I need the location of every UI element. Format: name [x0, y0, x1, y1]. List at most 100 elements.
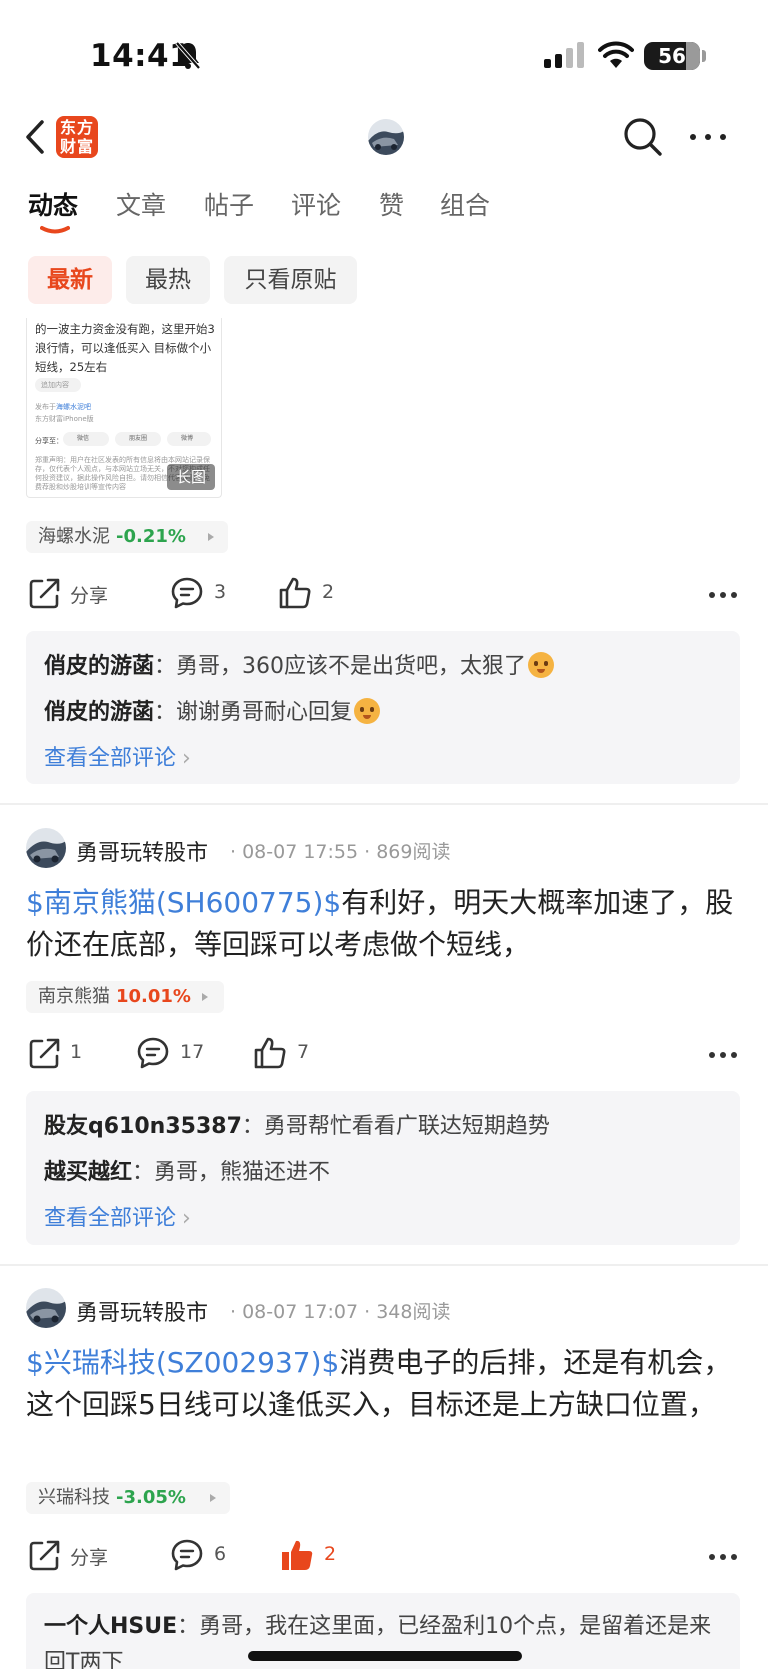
more-dots-icon[interactable] — [708, 591, 738, 599]
comment-count: 17 — [180, 1041, 205, 1063]
thumbs-up-icon — [279, 577, 311, 609]
stock-change: -0.21% — [116, 526, 186, 547]
comment-icon — [171, 577, 203, 609]
avatar[interactable] — [26, 828, 66, 868]
stock-change: -3.05% — [116, 1487, 186, 1508]
comment-text: 勇哥，360应该不是出货吧，太狠了 — [176, 654, 527, 679]
comment-item: 越买越红：勇哥，熊猫还进不 — [44, 1154, 330, 1186]
bell-slash-icon — [175, 41, 201, 70]
battery-level: 56 — [658, 44, 686, 68]
avatar[interactable] — [26, 1288, 66, 1328]
stock-name: 海螺水泥 — [38, 526, 110, 547]
chip-arrow-icon — [202, 993, 208, 1001]
view-all-comments-link[interactable]: 查看全部评论 › — [44, 740, 191, 772]
long-image-badge: 长图 — [167, 464, 215, 490]
avatar-image — [26, 828, 66, 868]
comment-button[interactable]: 3 — [170, 576, 250, 612]
commenter-name[interactable]: 俏皮的游菡 — [44, 700, 154, 725]
post-author-name[interactable]: 勇哥玩转股市 — [76, 835, 208, 867]
filter-hot[interactable]: 最热 — [126, 256, 210, 304]
hand-over-mouth-emoji-icon — [354, 698, 381, 724]
cellular-signal-icon — [544, 42, 584, 68]
preview-posted-in-prefix: 发布于 — [35, 403, 56, 411]
like-button-active[interactable]: 2 — [280, 1538, 360, 1574]
stock-link[interactable]: $南京熊猫(SH600775)$ — [26, 886, 341, 919]
commenter-name[interactable]: 越买越红 — [44, 1160, 132, 1185]
comment-button[interactable]: 17 — [136, 1036, 216, 1072]
comment-preview-box[interactable]: 俏皮的游菡：勇哥，360应该不是出货吧，太狠了 俏皮的游菡：谢谢勇哥耐心回复 查… — [26, 631, 740, 784]
view-all-comments-link[interactable]: 查看全部评论 › — [44, 1200, 191, 1232]
preview-share-moments: 朋友圈 — [115, 432, 161, 446]
more-dots-icon[interactable] — [688, 132, 728, 142]
app-logo[interactable]: 东方财富 — [56, 116, 98, 158]
like-button[interactable]: 7 — [253, 1036, 333, 1072]
comment-icon — [171, 1539, 203, 1571]
post-meta: · 08-07 17:55 · 869阅读 — [230, 841, 451, 863]
view-all-label: 查看全部评论 — [44, 1206, 177, 1231]
tab-likes[interactable]: 赞 — [379, 186, 404, 222]
filter-original-only[interactable]: 只看原贴 — [224, 256, 357, 304]
home-indicator[interactable] — [248, 1651, 522, 1661]
more-dots-icon[interactable] — [708, 1553, 738, 1561]
thumbs-up-filled-icon — [282, 1540, 313, 1570]
search-icon[interactable] — [622, 116, 664, 158]
avatar-image — [26, 1288, 66, 1328]
share-button[interactable]: 分享 — [28, 576, 148, 612]
commenter-name[interactable]: 俏皮的游菡 — [44, 654, 154, 679]
post-divider — [0, 803, 768, 805]
preview-share-weibo: 微博 — [167, 432, 211, 446]
commenter-name[interactable]: 股友q610n35387 — [44, 1114, 242, 1139]
comment-button[interactable]: 6 — [170, 1538, 250, 1574]
share-button[interactable]: 1 — [28, 1036, 108, 1072]
comment-count: 6 — [214, 1543, 227, 1565]
post-body[interactable]: $南京熊猫(SH600775)$有利好，明天大概率加速了，股价还在底部，等回踩可… — [26, 882, 742, 966]
tab-portfolio[interactable]: 组合 — [440, 186, 490, 222]
stock-chip[interactable]: 兴瑞科技 -3.05% — [26, 1482, 230, 1514]
post-divider — [0, 1264, 768, 1266]
filter-latest[interactable]: 最新 — [28, 256, 112, 304]
battery-cap — [702, 50, 706, 62]
commenter-name[interactable]: 一个人HSUE — [44, 1614, 177, 1639]
share-label: 分享 — [70, 1547, 109, 1569]
share-icon — [29, 1540, 60, 1571]
logo-text: 东方财富 — [60, 118, 95, 156]
comment-separator: ： — [132, 1160, 155, 1185]
battery-indicator: 56 — [644, 42, 700, 70]
chevron-left-icon[interactable] — [22, 118, 50, 156]
like-button[interactable]: 2 — [278, 576, 358, 612]
avatar[interactable] — [368, 119, 404, 155]
like-count: 2 — [322, 581, 335, 603]
more-dots-icon[interactable] — [708, 1051, 738, 1059]
chip-arrow-icon — [208, 533, 214, 541]
comment-count: 3 — [214, 581, 227, 603]
like-count: 2 — [324, 1543, 337, 1565]
avatar-image — [368, 119, 404, 155]
long-image-preview[interactable]: 的一波主力资金没有跑，这里开始3浪行情，可以逢低买入 目标做个小短线，25左右 … — [26, 318, 222, 498]
tab-dynamic[interactable]: 动态 — [28, 186, 78, 222]
preview-add-content: 追加内容 — [35, 378, 81, 392]
comment-separator: ： — [177, 1614, 200, 1639]
comment-separator: ： — [154, 700, 177, 725]
comment-preview-box[interactable]: 股友q610n35387：勇哥帮忙看看广联达短期趋势 越买越红：勇哥，熊猫还进不… — [26, 1091, 740, 1245]
preview-share-to: 分享至： — [35, 437, 63, 445]
stock-chip[interactable]: 海螺水泥 -0.21% — [26, 521, 228, 553]
comment-item: 俏皮的游菡：勇哥，360应该不是出货吧，太狠了 — [44, 648, 555, 680]
tab-comments[interactable]: 评论 — [291, 186, 341, 222]
comment-text: 勇哥帮忙看看广联达短期趋势 — [263, 1114, 550, 1139]
comment-text: 谢谢勇哥耐心回复 — [176, 700, 353, 725]
chevron-right-icon: › — [182, 1206, 191, 1231]
stock-link[interactable]: $兴瑞科技(SZ002937)$ — [26, 1346, 339, 1379]
share-button[interactable]: 分享 — [28, 1538, 148, 1574]
preview-share-wechat: 微信 — [63, 432, 109, 446]
tab-articles[interactable]: 文章 — [116, 186, 166, 222]
chevron-right-icon: › — [182, 746, 191, 771]
tab-posts[interactable]: 帖子 — [204, 186, 254, 222]
preview-posted-in-bar: 海螺水泥吧 — [56, 403, 91, 411]
comment-item: 俏皮的游菡：谢谢勇哥耐心回复 — [44, 694, 381, 726]
stock-name: 南京熊猫 — [38, 986, 110, 1007]
post-author-name[interactable]: 勇哥玩转股市 — [76, 1295, 208, 1327]
comment-item: 股友q610n35387：勇哥帮忙看看广联达短期趋势 — [44, 1108, 550, 1140]
stock-chip[interactable]: 南京熊猫 10.01% — [26, 981, 224, 1013]
post-body[interactable]: $兴瑞科技(SZ002937)$消费电子的后排，还是有机会，这个回踩5日线可以逢… — [26, 1342, 742, 1426]
pleading-face-emoji-icon — [528, 652, 555, 678]
